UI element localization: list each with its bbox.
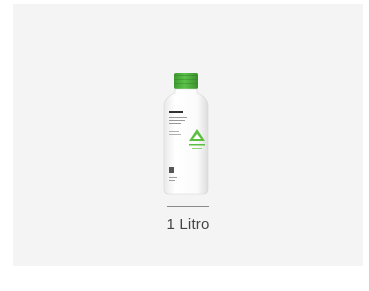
divider — [167, 206, 209, 207]
bottle-icon — [163, 73, 209, 195]
product-variant-card[interactable]: 1 Litro — [13, 4, 363, 266]
product-bottle-image — [161, 71, 211, 196]
size-label: 1 Litro — [166, 216, 210, 233]
